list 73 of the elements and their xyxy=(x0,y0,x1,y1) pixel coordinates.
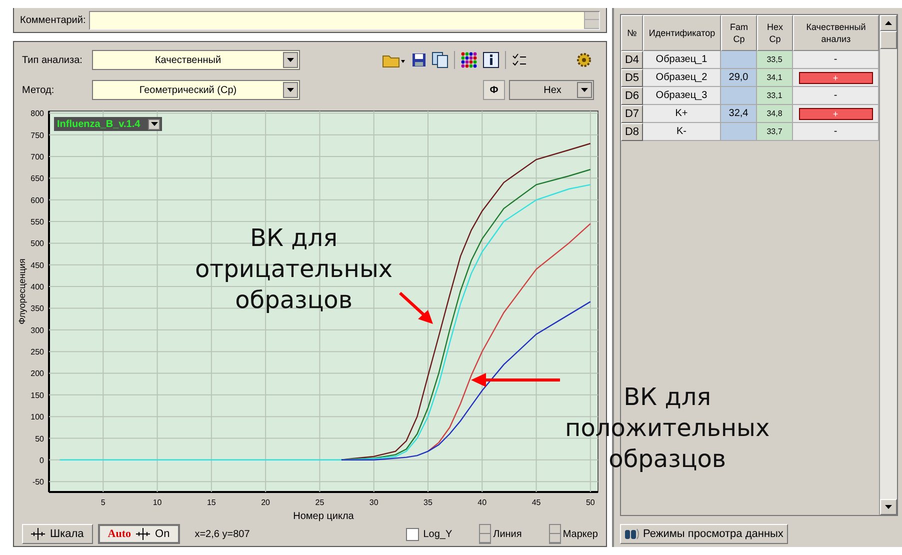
y-tick-label: -50 xyxy=(32,478,44,487)
y-axis-label: Флуоресценция xyxy=(17,258,27,324)
x-tick-label: 15 xyxy=(206,498,216,507)
annotation-text: ВК для отрицательных образцов xyxy=(195,223,393,316)
y-tick-label: 550 xyxy=(30,218,44,227)
well-cell: D5 xyxy=(621,69,643,87)
x-tick-label: 35 xyxy=(424,498,432,507)
comment-label: Комментарий: xyxy=(20,14,86,26)
y-tick-label: 750 xyxy=(30,130,44,140)
x-tick-label: 10 xyxy=(152,498,162,507)
column-header[interactable]: Fam Cp xyxy=(721,15,757,51)
negative-result: - xyxy=(834,126,838,137)
auto-scale-button[interactable]: Auto On xyxy=(98,524,180,544)
negative-result: - xyxy=(834,90,838,101)
x-tick-label: 50 xyxy=(586,498,595,507)
method-select[interactable]: Геометрический (Cp) xyxy=(92,80,300,100)
y-tick-label: 400 xyxy=(30,282,44,292)
sample-name-cell: Образец_2 xyxy=(643,69,721,87)
test-select[interactable]: Influenza_B_v.1.4 xyxy=(54,117,162,131)
y-tick-label: 450 xyxy=(30,260,44,270)
x-tick-label: 45 xyxy=(532,498,541,507)
hex-cp-cell: 33,7 xyxy=(757,123,793,141)
y-tick-label: 100 xyxy=(30,412,44,422)
channel-select[interactable]: Hex xyxy=(509,80,594,100)
analysis-type-label: Тип анализа: xyxy=(22,54,84,66)
column-header[interactable]: Качественный анализ xyxy=(793,15,879,51)
hex-cp-cell: 34,1 xyxy=(757,69,793,87)
y-tick-label: 250 xyxy=(30,348,44,357)
column-header[interactable]: Идентификатор xyxy=(643,15,721,51)
hex-cp-cell: 34,8 xyxy=(757,105,793,123)
y-tick-label: 650 xyxy=(30,174,44,184)
y-tick-label: 800 xyxy=(30,109,44,118)
positive-result: + xyxy=(798,72,872,84)
x-tick-label: 20 xyxy=(261,498,270,507)
view-modes-button[interactable]: Режимы просмотра данных xyxy=(620,524,788,544)
x-tick-label: 30 xyxy=(369,498,378,507)
y-tick-label: 500 xyxy=(30,239,44,248)
y-tick-label: 50 xyxy=(35,434,44,444)
x-tick-label: 5 xyxy=(100,498,106,507)
sample-name-cell: Образец_3 xyxy=(643,87,721,105)
cursor-coordinates: x=2,6 y=807 xyxy=(194,528,250,540)
fam-cp-cell: 32,4 xyxy=(721,105,757,123)
marker-label: Маркер xyxy=(562,528,598,540)
hex-cp-cell: 33,1 xyxy=(757,87,793,105)
y-tick-label: 0 xyxy=(40,456,44,465)
y-tick-label: 150 xyxy=(30,390,44,400)
well-cell: D4 xyxy=(621,51,643,69)
fam-cp-cell: 29,0 xyxy=(721,69,757,87)
line-label: Линия xyxy=(493,528,522,540)
sample-name-cell: K- xyxy=(643,123,721,141)
y-tick-label: 350 xyxy=(30,304,44,314)
positive-result: + xyxy=(798,108,872,120)
sample-name-cell: Образец_1 xyxy=(643,51,721,69)
column-header[interactable]: Hex Cp xyxy=(757,15,793,51)
x-tick-label: 40 xyxy=(478,498,487,507)
well-cell: D7 xyxy=(621,105,643,123)
x-tick-label: 25 xyxy=(315,498,324,507)
well-cell: D6 xyxy=(621,87,643,105)
y-tick-label: 300 xyxy=(30,326,44,335)
analysis-type-select[interactable]: Качественный xyxy=(92,50,300,70)
scale-button[interactable]: Шкала xyxy=(22,524,93,544)
y-tick-label: 600 xyxy=(30,196,44,205)
hex-cp-cell: 33,5 xyxy=(757,51,793,69)
x-axis-label: Номер цикла xyxy=(293,511,354,522)
y-tick-label: 200 xyxy=(30,369,44,378)
method-label: Метод: xyxy=(22,84,56,96)
channel-button[interactable]: Ф xyxy=(483,80,505,100)
well-cell: D8 xyxy=(621,123,643,141)
y-tick-label: 700 xyxy=(30,152,44,162)
negative-result: - xyxy=(834,54,838,65)
sample-name-cell: K+ xyxy=(643,105,721,123)
log-y-label: Log_Y xyxy=(423,528,452,540)
column-header[interactable]: № xyxy=(621,15,643,51)
